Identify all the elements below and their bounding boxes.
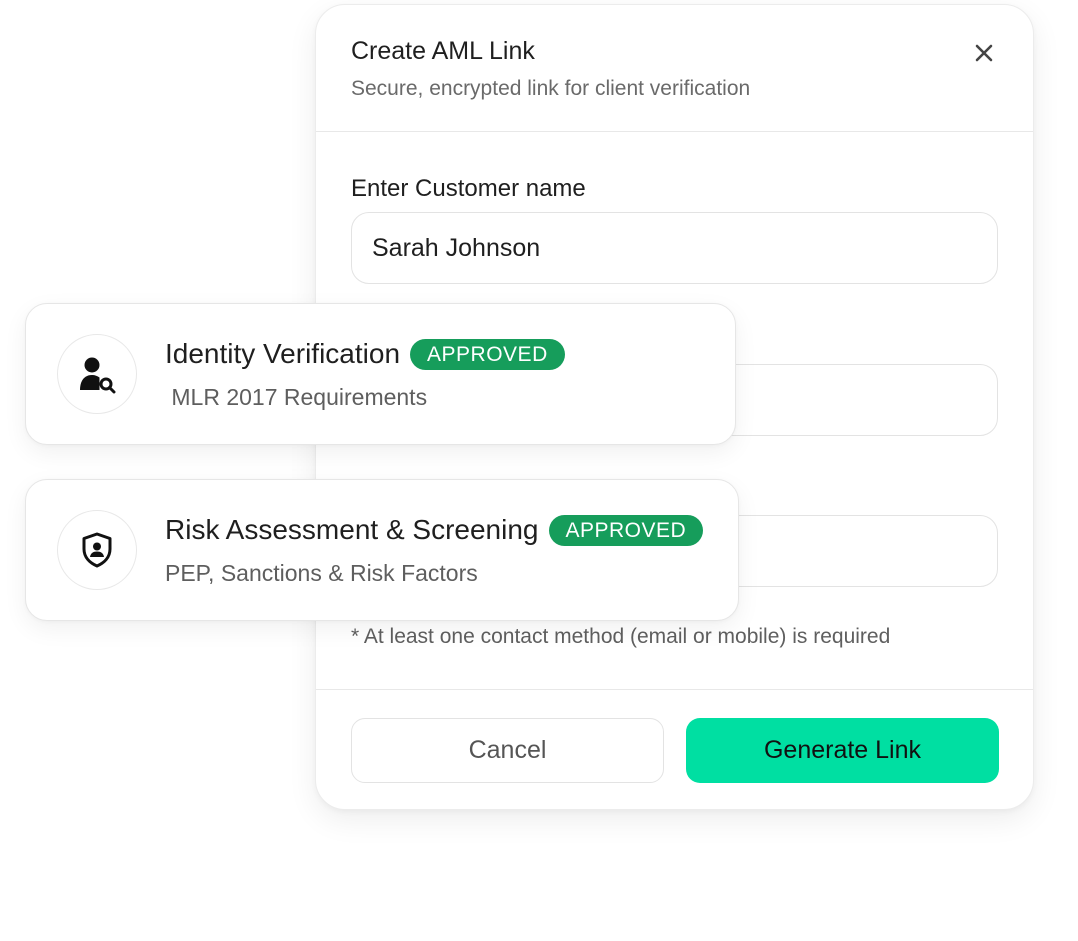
identity-card-title: Identity Verification <box>165 338 401 369</box>
status-badge: APPROVED <box>548 514 704 546</box>
shield-user-icon <box>82 532 112 568</box>
risk-card-header: Risk Assessment & Screening APPROVED <box>165 514 704 546</box>
contact-method-note: * At least one contact method (email or … <box>351 625 891 648</box>
user-search-icon <box>80 357 116 394</box>
identity-verification-card: Identity Verification APPROVED MLR 2017 … <box>25 303 736 445</box>
risk-assessment-card: Risk Assessment & Screening APPROVED PEP… <box>25 479 739 621</box>
risk-card-subtitle: PEP, Sanctions & Risk Factors <box>165 560 478 586</box>
identity-card-header: Identity Verification APPROVED <box>165 338 565 370</box>
modal-title: Create AML Link <box>351 37 535 65</box>
risk-card-title: Risk Assessment & Screening <box>165 514 539 545</box>
identity-icon-circle <box>57 334 137 414</box>
generate-link-button[interactable]: Generate Link <box>686 718 999 783</box>
status-badge: APPROVED <box>410 338 565 370</box>
cancel-button[interactable]: Cancel <box>351 718 664 783</box>
identity-card-subtitle: MLR 2017 Requirements <box>165 384 428 410</box>
close-button[interactable] <box>968 37 1000 69</box>
header-divider <box>316 131 1033 132</box>
customer-name-input[interactable] <box>351 212 998 284</box>
customer-name-label: Enter Customer name <box>351 175 586 202</box>
footer-divider <box>316 689 1033 690</box>
close-icon <box>975 44 993 62</box>
risk-icon-circle <box>57 510 137 590</box>
modal-subtitle: Secure, encrypted link for client verifi… <box>351 77 751 100</box>
